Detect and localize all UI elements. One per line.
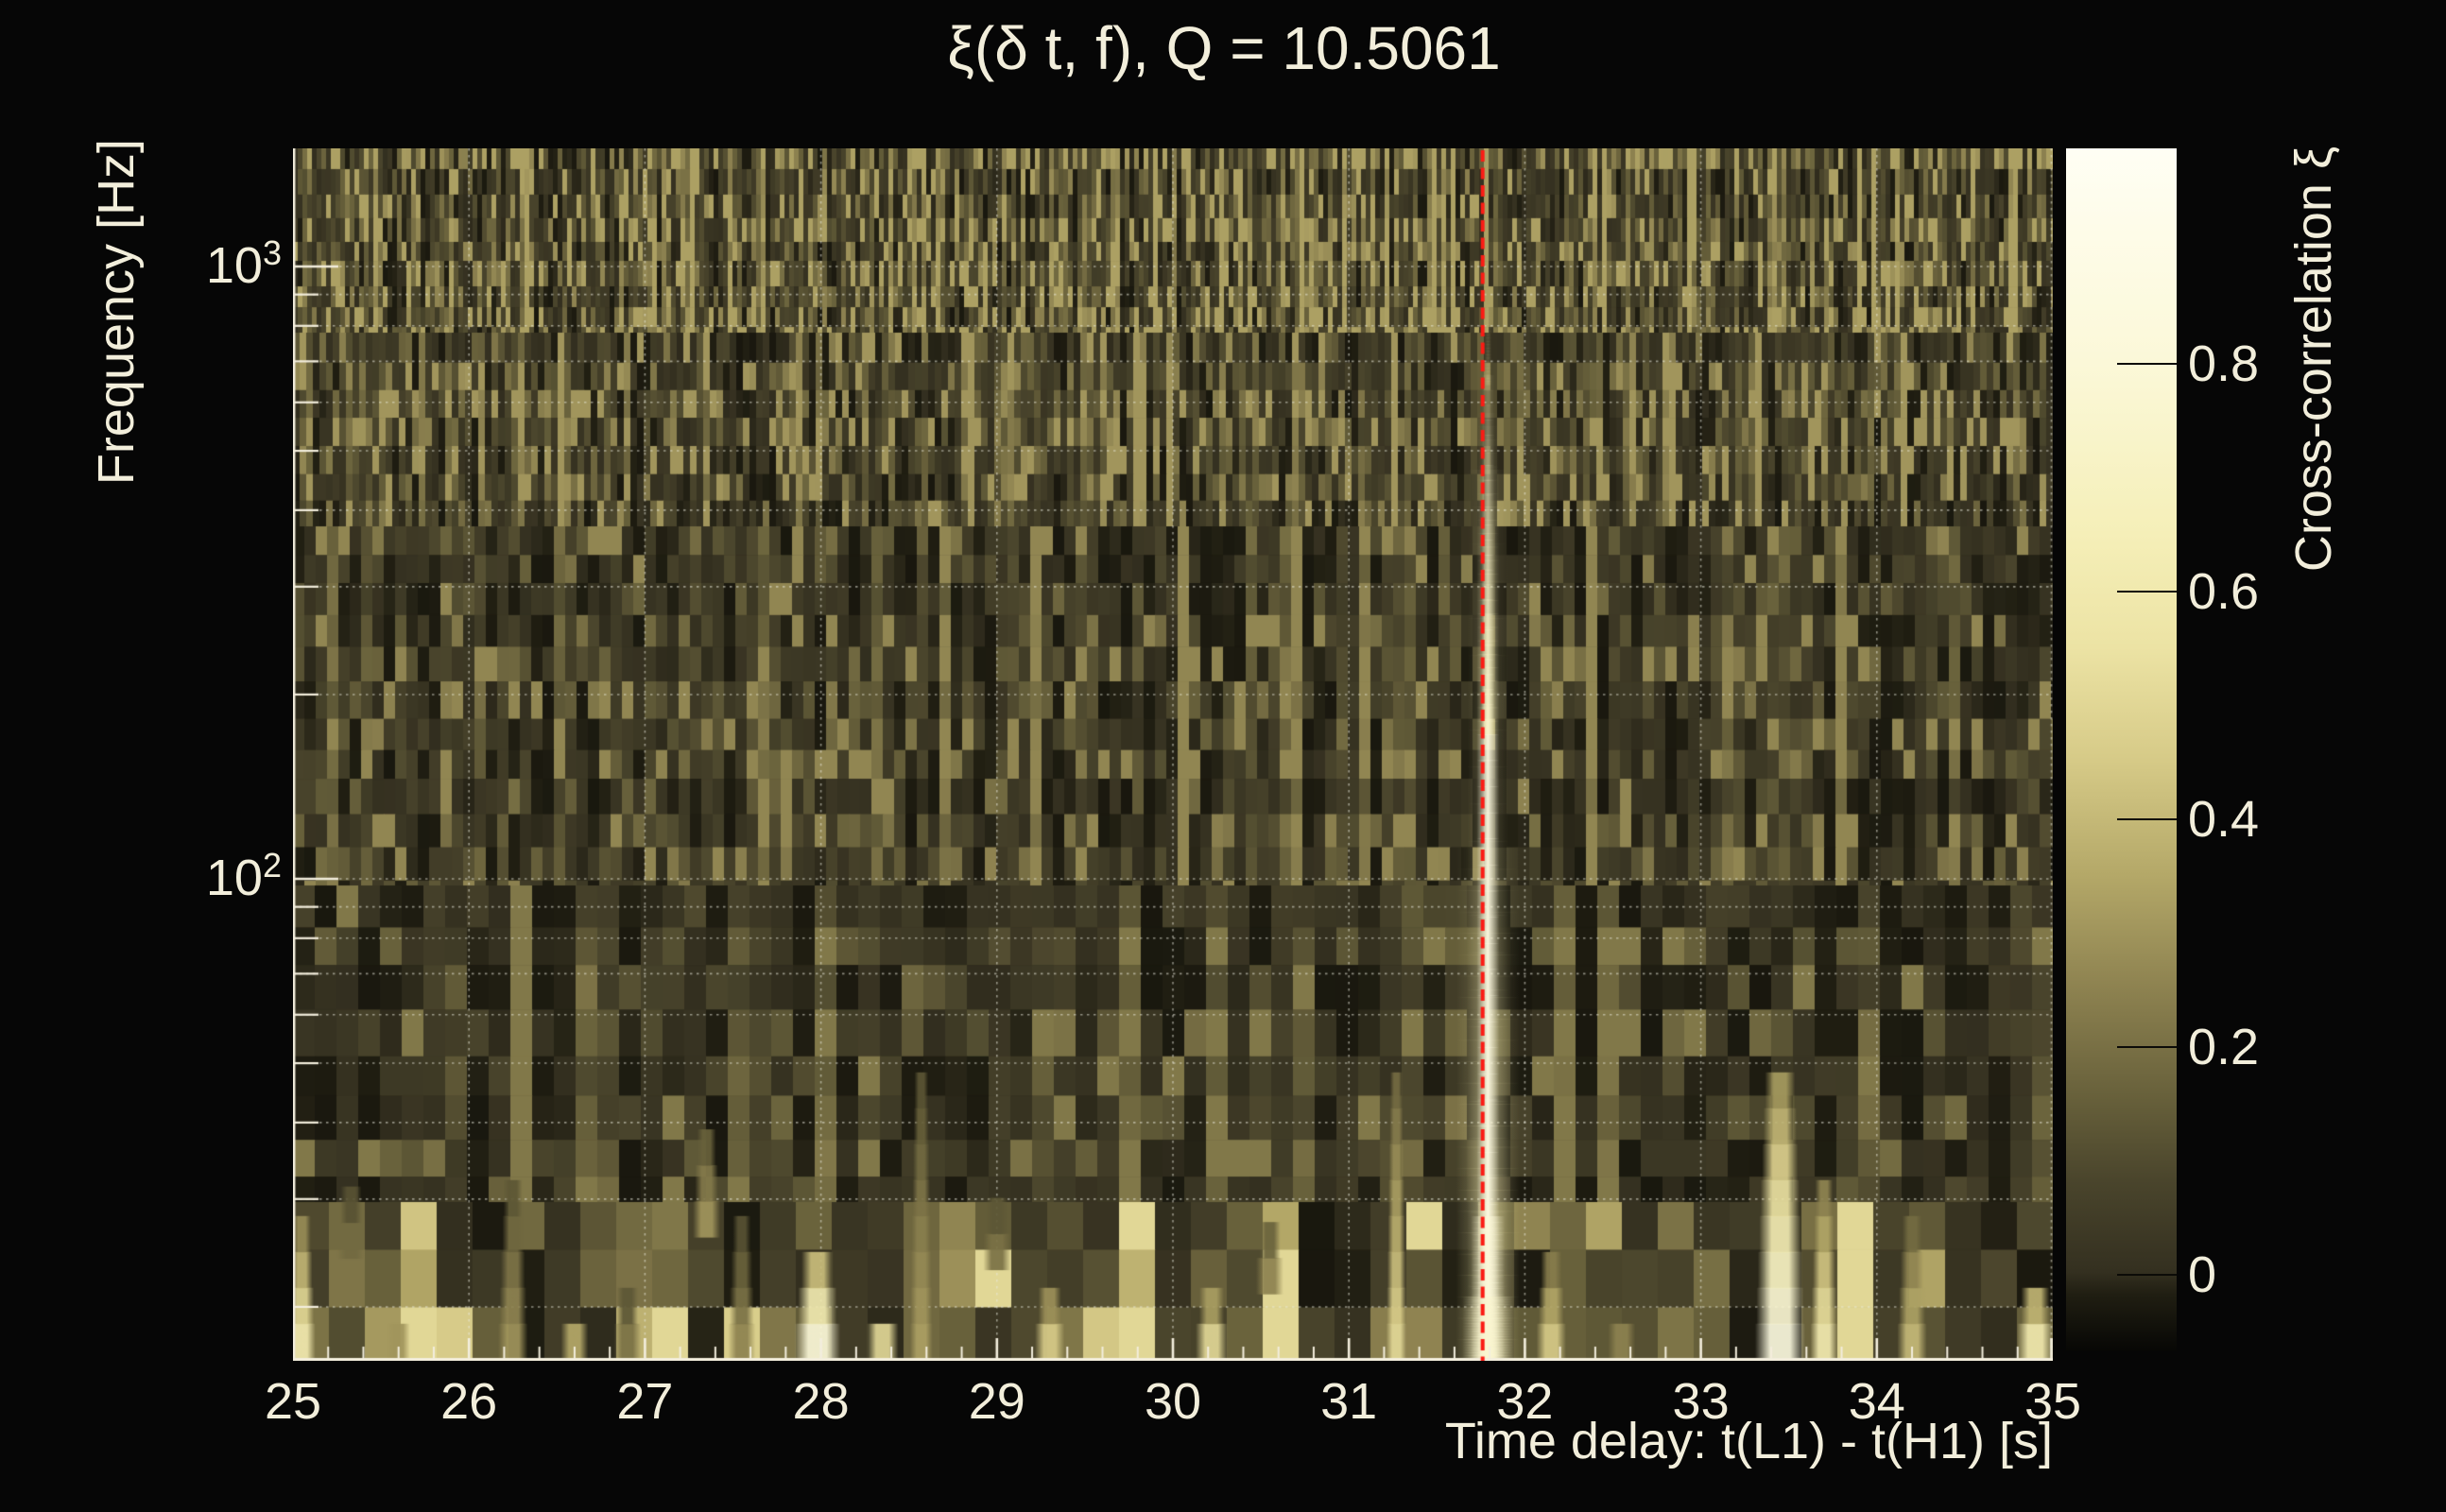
x-tick-label-31: 31	[1320, 1373, 1378, 1430]
colorbar-tick-label-0.8: 0.8	[2188, 335, 2260, 392]
x-tick-label-33: 33	[1672, 1373, 1730, 1430]
x-tick-label-30: 30	[1144, 1373, 1202, 1430]
spectrogram-heatmap	[293, 148, 2053, 1361]
colorbar-tick-label-0.6: 0.6	[2188, 563, 2260, 620]
colorbar-tick-0.8	[2117, 363, 2177, 365]
colorbar-gradient	[2066, 148, 2177, 1351]
colorbar-tick-0	[2117, 1274, 2177, 1276]
x-tick-label-35: 35	[2024, 1373, 2082, 1430]
x-tick-label-29: 29	[968, 1373, 1025, 1430]
x-tick-label-25: 25	[264, 1373, 322, 1430]
colorbar-tick-label-0.4: 0.4	[2188, 791, 2260, 848]
colorbar-tick-0.2	[2117, 1046, 2177, 1048]
x-tick-label-32: 32	[1496, 1373, 1554, 1430]
y-axis-label: Frequency [Hz]	[88, 138, 145, 486]
plot-title: ξ(δ t, f), Q = 10.5061	[947, 14, 1501, 82]
colorbar-tick-0.4	[2117, 818, 2177, 820]
colorbar-tick-label-0: 0	[2188, 1246, 2217, 1303]
colorbar-label: Cross-correlation ξ	[2285, 146, 2342, 573]
x-tick-label-27: 27	[616, 1373, 674, 1430]
figure: ξ(δ t, f), Q = 10.5061 Frequency [Hz] Ti…	[0, 0, 2446, 1512]
y-tick-label-10e2: 102	[205, 845, 282, 906]
x-tick-label-34: 34	[1848, 1373, 1905, 1430]
x-tick-label-28: 28	[792, 1373, 850, 1430]
y-tick-label-10e3: 103	[205, 232, 282, 294]
x-tick-label-26: 26	[440, 1373, 498, 1430]
colorbar-tick-0.6	[2117, 591, 2177, 593]
colorbar-tick-label-0.2: 0.2	[2188, 1019, 2260, 1075]
